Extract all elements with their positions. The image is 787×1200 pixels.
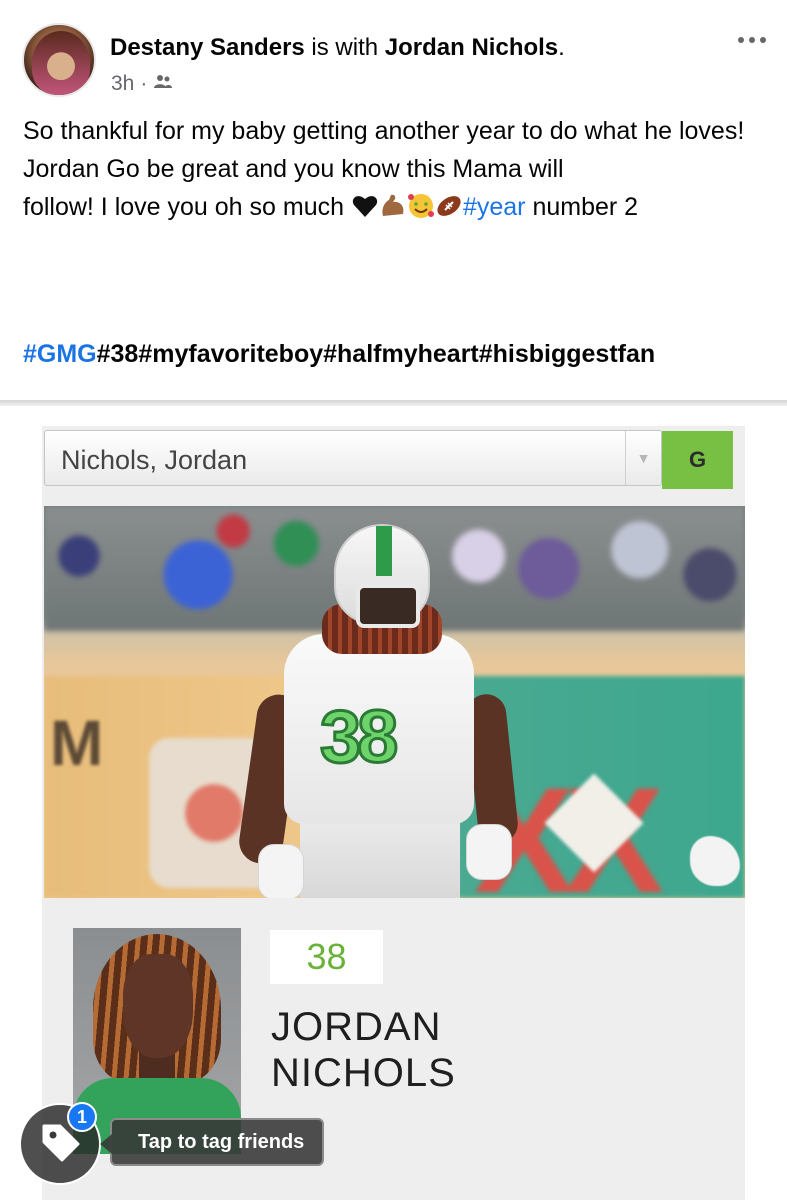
meta-separator: · xyxy=(140,72,148,95)
roster-screenshot: Nichols, Jordan ▼ G M XX 38 xyxy=(42,426,745,1200)
tagged-user-name[interactable]: Jordan Nichols xyxy=(385,34,558,61)
hashtag-year[interactable]: #year xyxy=(463,193,526,221)
post-text-line3-end: number 2 xyxy=(525,193,639,221)
post-timestamp[interactable]: 3h xyxy=(111,72,134,96)
player-first-name: JORDAN xyxy=(271,1005,442,1049)
hashtags-rest[interactable]: #38#myfavoriteboy#halfmyheart#hisbiggest… xyxy=(97,340,656,368)
post-text-line3: follow! I love you oh so much #year numb… xyxy=(23,188,773,226)
author-avatar[interactable] xyxy=(22,23,96,97)
black-heart-emoji xyxy=(351,192,379,220)
hashtag-gmg[interactable]: #GMG xyxy=(23,340,97,368)
post-photo[interactable]: Nichols, Jordan ▼ G M XX 38 xyxy=(0,406,787,1200)
player-number: 38 xyxy=(270,930,383,984)
post-text-line1: So thankful for my baby getting another … xyxy=(23,117,745,145)
tag-friends-tooltip[interactable]: Tap to tag friends xyxy=(99,1118,325,1166)
chevron-down-icon: ▼ xyxy=(625,431,661,485)
more-options-icon[interactable] xyxy=(734,30,770,50)
friends-icon xyxy=(153,72,173,96)
post-text-line2: Jordan Go be great and you know this Mam… xyxy=(23,155,564,183)
action-photo: M XX 38 xyxy=(44,506,745,898)
hashtags-line: #GMG#38#myfavoriteboy#halfmyheart#hisbig… xyxy=(23,340,655,369)
author-name[interactable]: Destany Sanders xyxy=(110,34,305,61)
tag-count-badge: 1 xyxy=(67,1102,97,1132)
helmet xyxy=(334,524,430,628)
author-line: Destany Sanders is with Jordan Nichols. xyxy=(110,34,565,62)
post-meta: 3h · xyxy=(111,72,173,96)
player-select-dropdown: Nichols, Jordan ▼ xyxy=(44,430,662,486)
wall-letter: M xyxy=(50,707,104,779)
jersey-number-on-shirt: 38 xyxy=(318,694,399,780)
american-football-emoji xyxy=(435,192,463,220)
football-player: 38 xyxy=(236,524,520,898)
post-text-line3-start: follow! I love you oh so much xyxy=(23,193,351,221)
smiling-face-with-hearts-emoji xyxy=(407,192,435,220)
post-body: So thankful for my baby getting another … xyxy=(23,112,773,226)
go-button: G xyxy=(662,431,733,489)
with-text: is with xyxy=(304,34,385,61)
player-last-name: NICHOLS xyxy=(271,1051,456,1095)
player-name: JORDAN NICHOLS xyxy=(271,1004,456,1096)
period: . xyxy=(558,34,565,61)
flexed-biceps-emoji xyxy=(379,192,407,220)
post-header: Destany Sanders is with Jordan Nichols. … xyxy=(0,0,787,110)
player-select-value: Nichols, Jordan xyxy=(61,445,248,475)
